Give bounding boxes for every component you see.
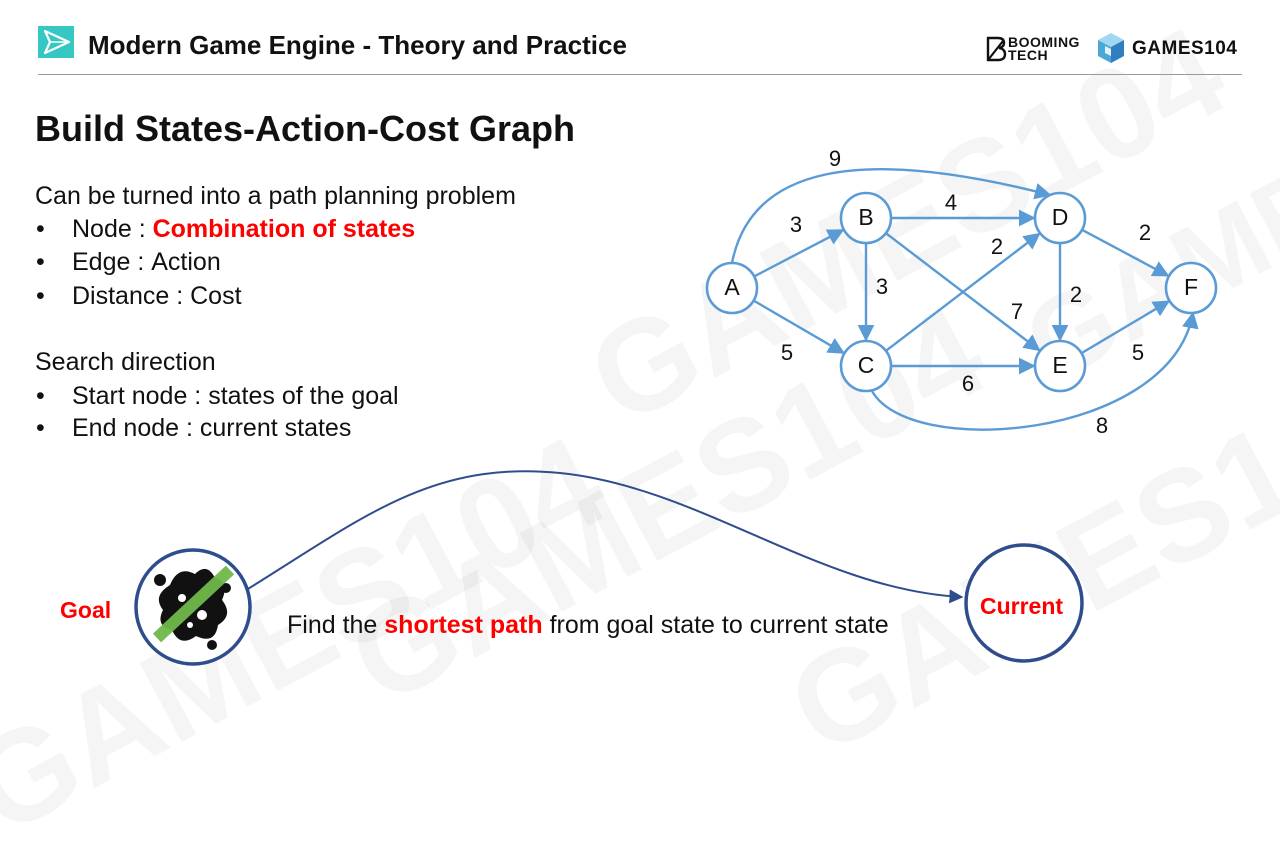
edge-cost-label: 2 — [1139, 220, 1151, 245]
edge-cost-label: 6 — [962, 371, 974, 396]
edge-cost-label: 7 — [1011, 299, 1023, 324]
graph-node-label: A — [724, 274, 740, 300]
graph-edge-e-f — [1080, 300, 1171, 355]
graph-edge-a-c — [753, 299, 845, 354]
goal-to-current-path — [242, 470, 964, 604]
edge-cost-label: 8 — [1096, 413, 1108, 438]
edge-cost-label: 9 — [829, 146, 841, 171]
edge-cost-label: 3 — [876, 274, 888, 299]
graph-edge-a-b — [753, 228, 845, 278]
goal-label: Goal — [60, 597, 112, 623]
graph-node-label: F — [1184, 274, 1198, 300]
edge-cost-label: 3 — [790, 212, 802, 237]
current-label: Current — [980, 593, 1064, 619]
edge-cost-label: 5 — [781, 340, 793, 365]
edge-cost-label: 2 — [1070, 282, 1082, 307]
edge-cost-label: 4 — [945, 190, 957, 215]
shortest-path-caption: Find the shortest path from goal state t… — [287, 611, 889, 639]
graph-node-label: E — [1052, 352, 1067, 378]
edge-cost-label: 2 — [991, 234, 1003, 259]
graph-edge-d-f — [1081, 228, 1170, 277]
graph-node-label: D — [1052, 204, 1069, 230]
edge-cost-label: 5 — [1132, 340, 1144, 365]
graph-node-label: C — [858, 352, 875, 378]
graph-edge-c-f — [869, 311, 1199, 431]
graph-node-label: B — [858, 204, 873, 230]
